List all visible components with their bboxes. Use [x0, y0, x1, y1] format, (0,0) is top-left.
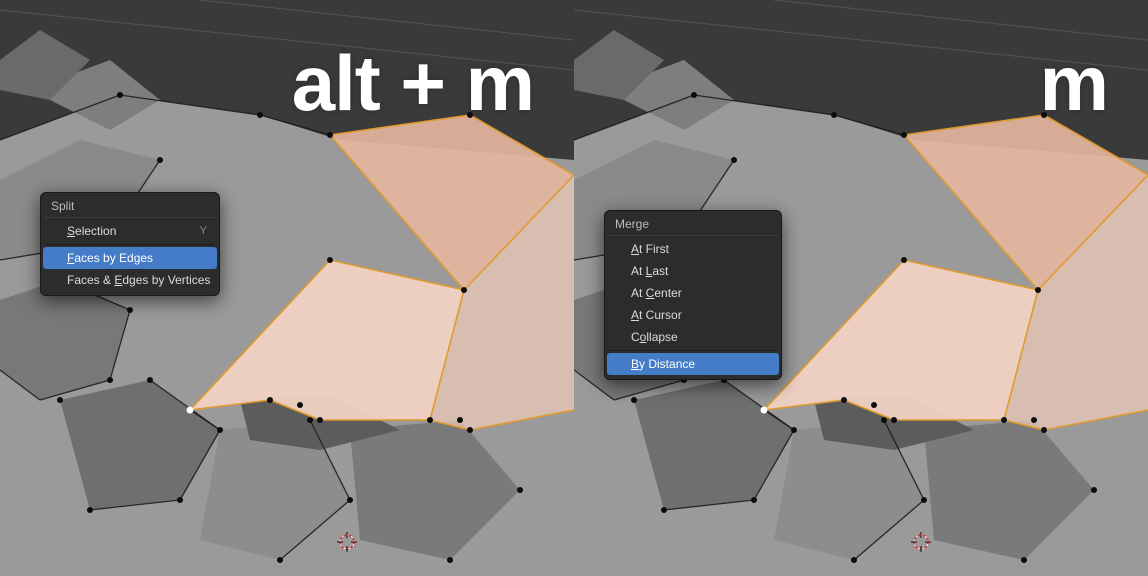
merge-menu-item-by-distance[interactable]: By Distance: [607, 353, 779, 375]
split-menu-item-faces-edges-by-vertices[interactable]: Faces & Edges by Vertices: [43, 269, 217, 291]
split-menu-title: Split: [43, 195, 217, 218]
merge-menu-item-at-cursor[interactable]: At Cursor: [607, 304, 779, 326]
merge-menu-title: Merge: [607, 213, 779, 236]
split-menu: Split Selection Y Faces by Edges Faces &…: [40, 192, 220, 296]
merge-menu-item-at-last[interactable]: At Last: [607, 260, 779, 282]
split-menu-item-selection[interactable]: Selection Y: [43, 220, 217, 242]
merge-menu-item-collapse[interactable]: Collapse: [607, 326, 779, 348]
merge-menu-item-at-first[interactable]: At First: [607, 238, 779, 260]
merge-menu-item-at-center[interactable]: At Center: [607, 282, 779, 304]
viewport-left: alt + m Split Selection Y Faces by Edges…: [0, 0, 574, 576]
merge-menu: Merge At First At Last At Center At Curs…: [604, 210, 782, 380]
shortcut-label-right: m: [1040, 38, 1108, 129]
menu-separator: [609, 350, 777, 351]
split-menu-item-faces-by-edges[interactable]: Faces by Edges: [43, 247, 217, 269]
menu-separator: [45, 244, 215, 245]
viewport-right: m Merge At First At Last At Center At Cu…: [574, 0, 1148, 576]
shortcut-label-left: alt + m: [292, 38, 534, 129]
